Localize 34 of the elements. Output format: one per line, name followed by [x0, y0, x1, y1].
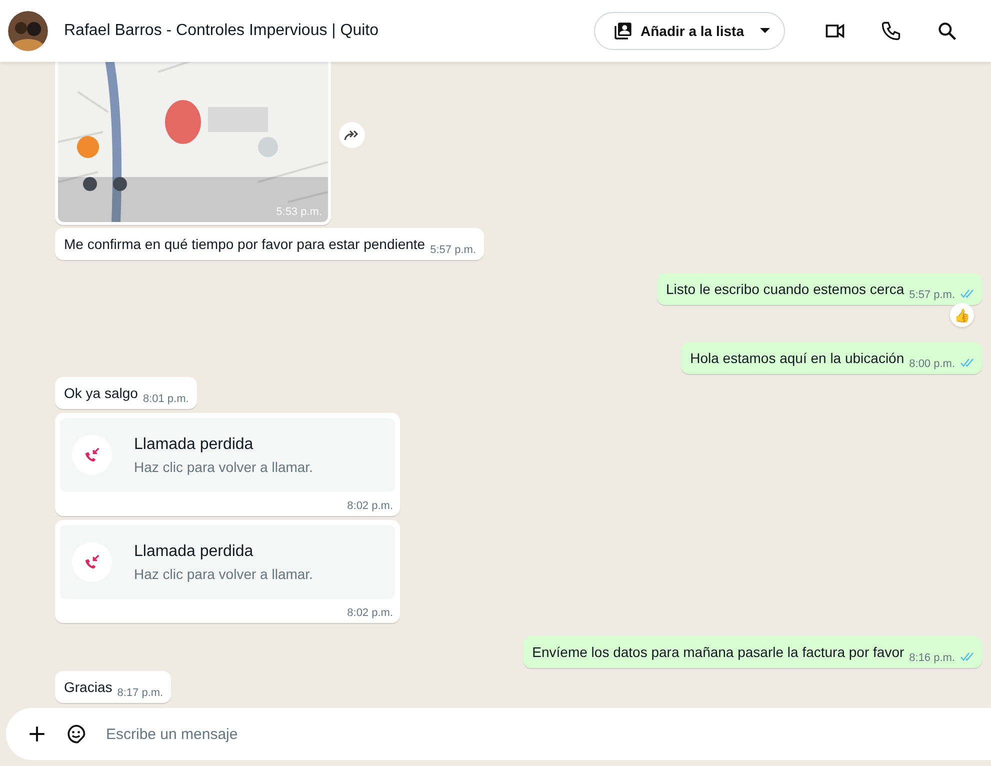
message-text: Gracias: [64, 678, 112, 697]
caret-icon: [760, 28, 770, 34]
message-input[interactable]: Escribe un mensaje: [104, 724, 991, 744]
message-text: Envíeme los datos para mañana pasarle la factura por favor: [532, 643, 904, 662]
message-time: 8:02 p.m.: [347, 607, 393, 619]
search-icon[interactable]: [936, 20, 958, 42]
message-text: Hola estamos aquí en la ubicación: [690, 349, 904, 368]
missed-call-message[interactable]: Llamada perdida Haz clic para volver a llamar. 8:02 p.m.: [55, 520, 400, 623]
call-card[interactable]: Llamada perdida Haz clic para volver a llamar.: [60, 525, 395, 599]
add-to-list-button[interactable]: Añadir a la lista: [594, 12, 785, 50]
call-card[interactable]: Llamada perdida Haz clic para volver a llamar.: [60, 418, 395, 492]
forward-button[interactable]: [339, 122, 365, 148]
avatar[interactable]: [8, 11, 48, 51]
message-text: Listo le escribo cuando estemos cerca: [666, 280, 904, 299]
phone-icon[interactable]: [880, 20, 902, 42]
contact-name[interactable]: Rafael Barros - Controles Impervious | Quito: [64, 22, 378, 40]
call-title: Llamada perdida: [134, 436, 254, 454]
message-time: 8:00 p.m.: [909, 358, 955, 370]
call-subtitle: Haz clic para volver a llamar.: [134, 566, 313, 582]
message-text: Ok ya salgo: [64, 384, 138, 403]
sticker-icon[interactable]: [65, 723, 87, 745]
forward-icon: [344, 128, 360, 140]
call-subtitle: Haz clic para volver a llamar.: [134, 458, 313, 474]
missed-call-message[interactable]: Llamada perdida Haz clic para volver a llamar. 8:02 p.m.: [55, 413, 400, 516]
message-time: 8:16 p.m.: [909, 652, 955, 664]
call-title: Llamada perdida: [134, 542, 254, 560]
contact-card-icon: [612, 21, 633, 41]
message-time: 5:57 p.m.: [909, 289, 955, 301]
message-time: 8:17 p.m.: [117, 687, 164, 699]
message-time: 8:02 p.m.: [347, 500, 393, 512]
message-time: 8:01 p.m.: [142, 393, 189, 405]
message-time: 5:57 p.m.: [430, 244, 476, 256]
message-field[interactable]: Escribe un mensaje: [6, 708, 991, 760]
message-text: Me confirma en qué tiempo por favor para estar pendiente: [64, 235, 426, 254]
